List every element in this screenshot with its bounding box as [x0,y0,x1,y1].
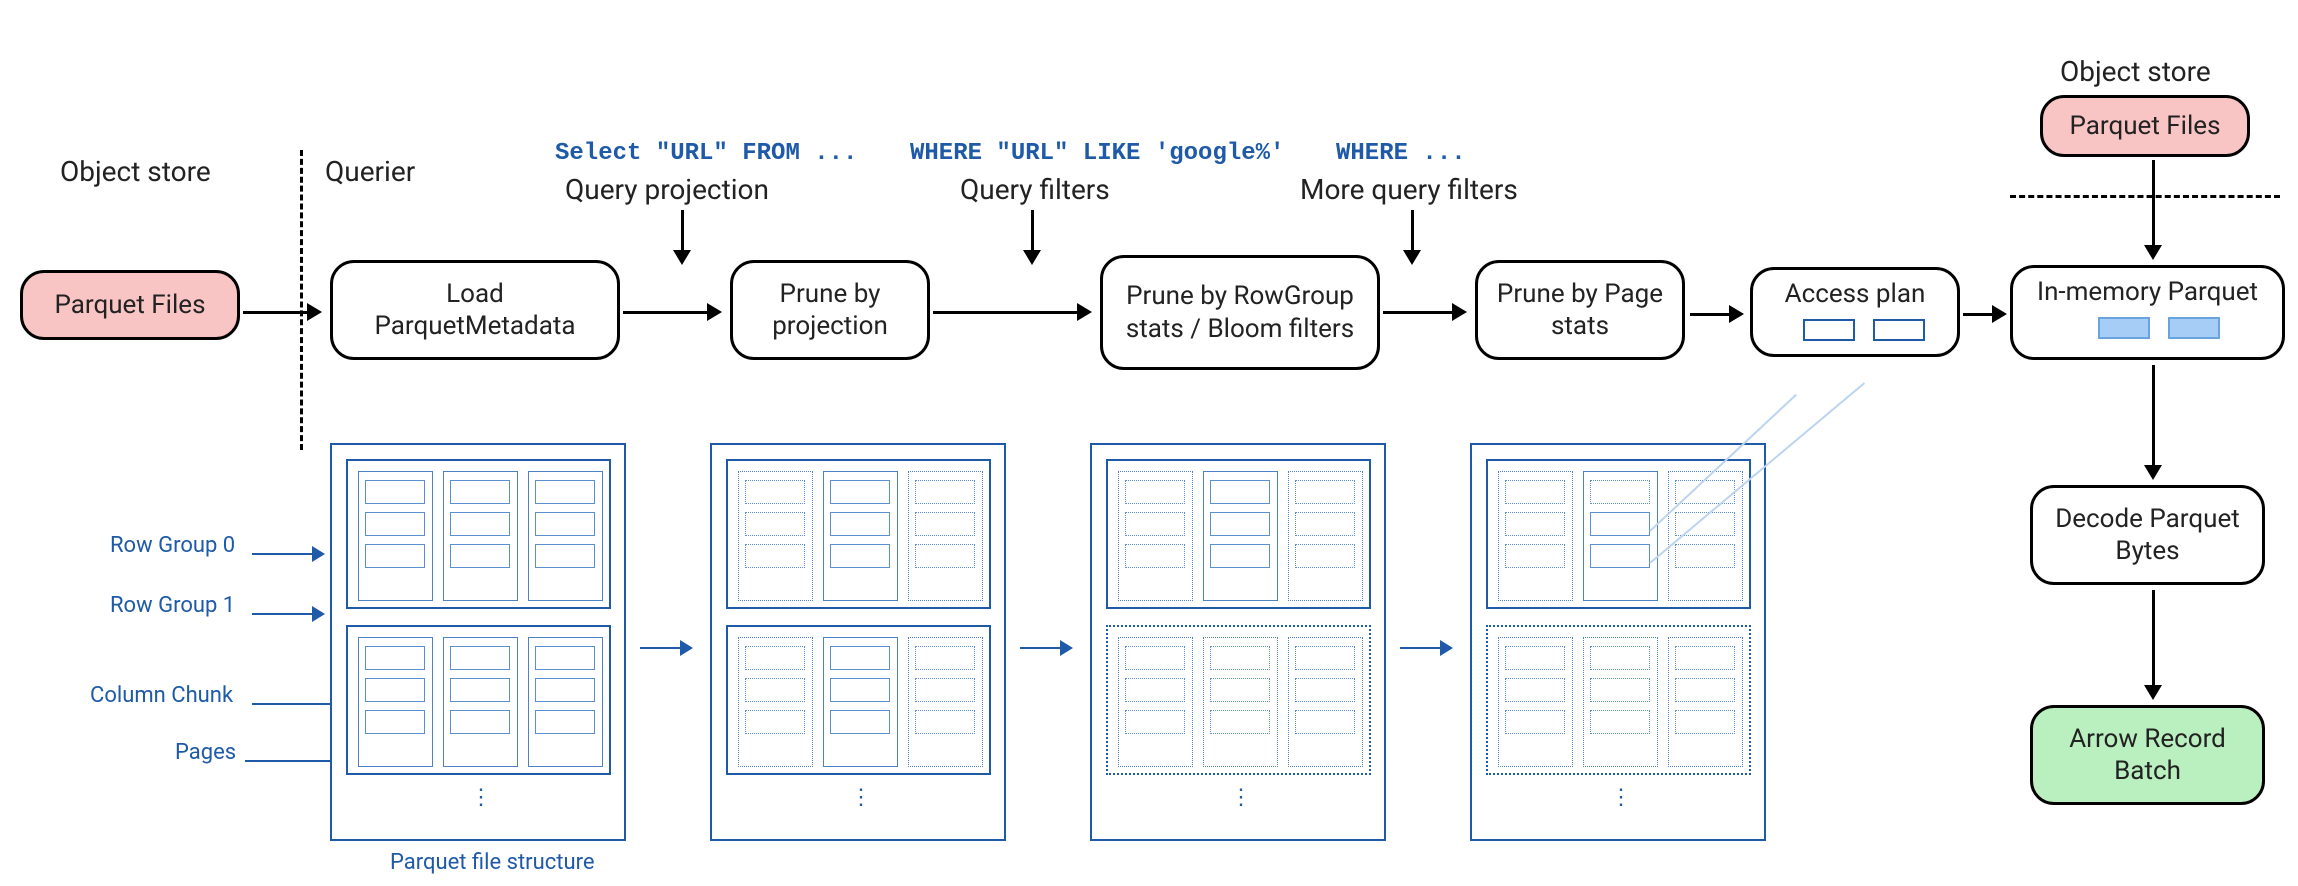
row-group-0-arrow [252,546,325,562]
parquet-files-left-box: Parquet Files [20,270,240,340]
parquet-file-1: ⋮ [330,443,626,841]
row-group-0-label: Row Group 0 [110,533,235,558]
in-memory-chunk-1 [2098,317,2150,339]
arrow-parquetfiles-to-inmemory [2144,160,2162,260]
filters-arrow-down [1023,210,1041,265]
prune-page-box: Prune by Page stats [1475,260,1685,360]
prune-projection-box: Prune by projection [730,260,930,360]
arrow-record-batch-box: Arrow Record Batch [2030,705,2265,805]
row-group-1-arrow [252,606,325,622]
projection-code: Select "URL" FROM ... [555,140,857,167]
load-metadata-text: Load ParquetMetadata [343,278,607,343]
parquet-structure-caption: Parquet file structure [390,850,595,875]
arrow-page-to-accessplan [1690,305,1744,323]
arrow-load-to-projection [623,303,722,321]
arrow-rowgroup-to-page [1383,303,1467,321]
projection-label: Query projection [565,173,769,206]
querier-label: Querier [325,155,415,188]
arrow-inmemory-to-decode [2144,365,2162,480]
pages-label: Pages [175,740,236,765]
prune-projection-text: Prune by projection [743,278,917,343]
parquet-file-2: ⋮ [710,443,1006,841]
in-memory-chunk-2 [2168,317,2220,339]
access-plan-range-1 [1803,319,1855,341]
object-store-right-label: Object store [2060,55,2211,88]
file-arrow-1 [640,640,693,656]
more-filters-arrow-down [1403,210,1421,265]
arrow-decode-to-arrowbatch [2144,590,2162,700]
parquet-files-left-text: Parquet Files [54,289,205,322]
file-arrow-2 [1020,640,1073,656]
object-store-left-label: Object store [60,155,211,188]
file-arrow-3 [1400,640,1453,656]
load-metadata-box: Load ParquetMetadata [330,260,620,360]
parquet-files-right-text: Parquet Files [2069,110,2220,143]
filters-code: WHERE "URL" LIKE 'google%' [910,140,1284,167]
filters-label: Query filters [960,173,1110,206]
more-filters-code: WHERE ... [1336,140,1466,167]
arrow-accessplan-to-inmemory [1963,305,2007,323]
row-group-1-label: Row Group 1 [110,593,235,618]
prune-page-text: Prune by Page stats [1488,278,1672,343]
prune-rowgroup-text: Prune by RowGroup stats / Bloom filters [1113,280,1367,345]
in-memory-parquet-box: In-memory Parquet [2010,265,2285,360]
projection-arrow-down [673,210,691,265]
more-filters-label: More query filters [1300,173,1518,206]
divider-querier [300,150,303,450]
decode-text: Decode Parquet Bytes [2043,503,2252,568]
arrow-parquet-to-load [243,303,322,321]
column-chunk-label: Column Chunk [90,683,233,708]
access-plan-text: Access plan [1785,278,1926,311]
arrow-record-batch-text: Arrow Record Batch [2043,723,2252,788]
parquet-file-3: ⋮ [1090,443,1386,841]
in-memory-parquet-text: In-memory Parquet [2037,276,2258,309]
access-plan-box: Access plan [1750,267,1960,357]
access-plan-range-2 [1873,319,1925,341]
arrow-projection-to-rowgroup [933,303,1092,321]
prune-rowgroup-box: Prune by RowGroup stats / Bloom filters [1100,255,1380,370]
parquet-files-right-box: Parquet Files [2040,95,2250,157]
decode-box: Decode Parquet Bytes [2030,485,2265,585]
